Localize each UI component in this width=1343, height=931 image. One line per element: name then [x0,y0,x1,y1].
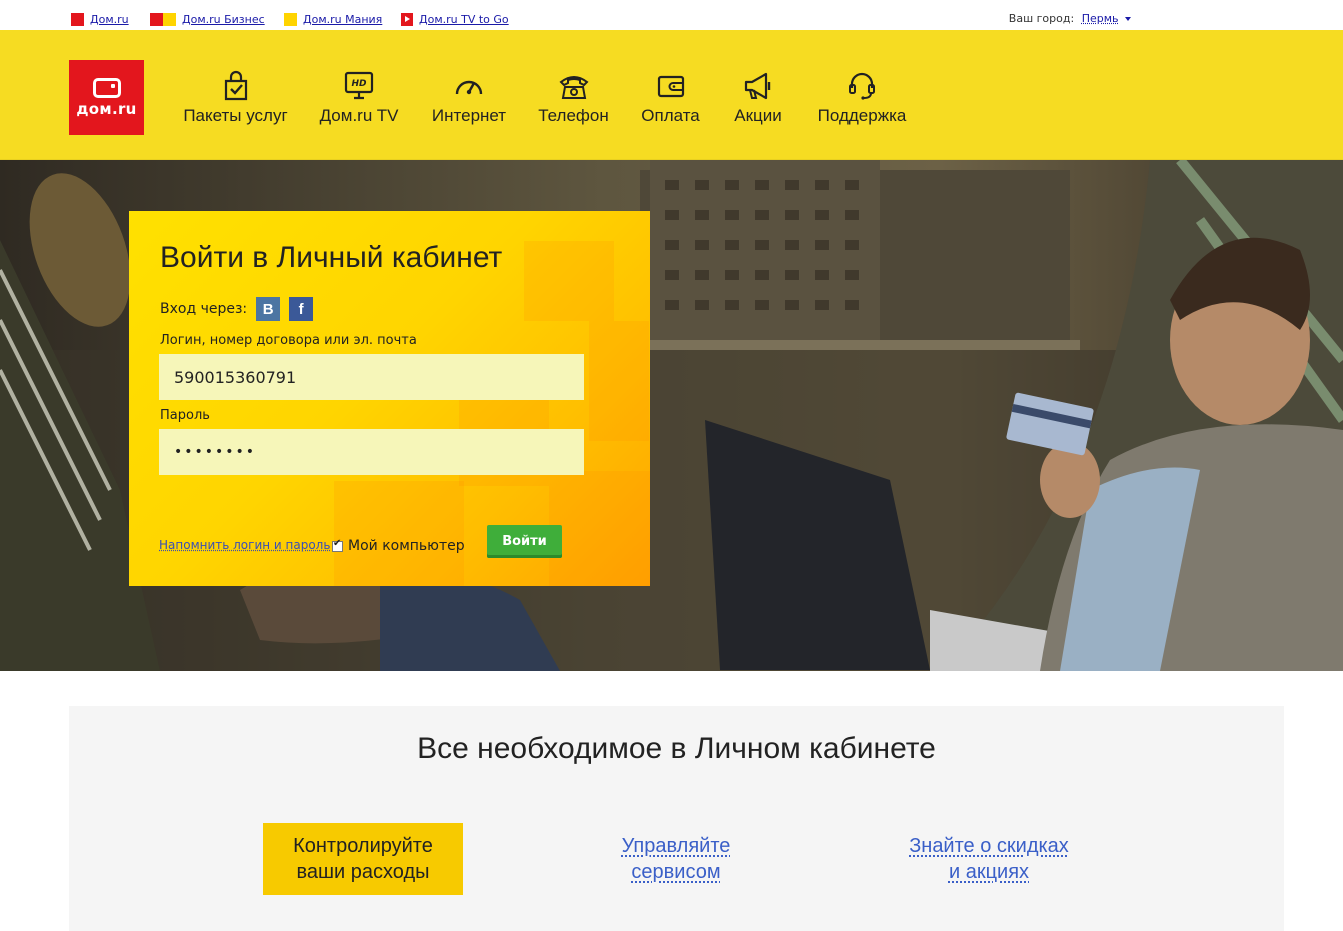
topbar-link-domru[interactable]: Дом.ru [71,12,129,26]
nav-label: Поддержка [817,106,907,125]
facebook-login-button[interactable]: f [289,297,314,321]
vk-login-button[interactable]: В [256,297,281,321]
login-form: Войти в Личный кабинет Вход через: В f Л… [129,211,650,586]
nav-item-promotions[interactable]: Акции [733,70,783,130]
nav-label: Телефон [538,106,609,125]
nav-item-packages[interactable]: Пакеты услуг [183,70,288,130]
feature-tab-expenses[interactable]: Контролируйте ваши расходы [263,823,463,895]
hd-tv-icon: HD [344,71,374,100]
phone-icon [558,76,589,99]
remember-computer: Мой компьютер [332,538,465,554]
speedometer-icon [455,80,483,95]
nav-label: Оплата [641,106,700,125]
nav-item-tv[interactable]: HD Дом.ru TV [320,70,398,130]
nav-item-support[interactable]: Поддержка [817,70,907,130]
play-icon [401,12,413,26]
logo-text: дом.ru [76,99,137,118]
social-login: Вход через: В f [160,297,314,321]
wallet-icon [657,75,684,98]
city-label: Ваш город: [1008,12,1075,25]
social-login-label: Вход через: [160,301,248,317]
remember-label: Мой компьютер [348,538,465,554]
feature-line: Контролируйте [293,835,433,857]
city-link[interactable]: Пермь [1082,12,1119,25]
remember-checkbox[interactable] [332,538,343,552]
topbar-link-label: Дом.ru Мания [303,12,383,26]
feature-line: сервисом [631,861,721,883]
megaphone-icon [744,72,771,100]
login-input[interactable]: 590015360791 [159,354,584,400]
topbar-link-label: Дом.ru TV to Go [419,12,509,26]
features-section: Все необходимое в Личном кабинете Контро… [69,706,1284,931]
nav-label: Интернет [431,106,507,125]
top-bar: Дом.ru Дом.ru Бизнес Дом.ru Мания Дом.ru… [0,0,1343,30]
feature-line: ваши расходы [296,861,430,883]
business-squares-icon [150,12,176,26]
topbar-link-mania[interactable]: Дом.ru Мания [284,12,382,26]
topbar-link-label: Дом.ru Бизнес [182,12,265,26]
topbar-link-label: Дом.ru [90,12,129,26]
nav-label: Дом.ru TV [319,106,399,125]
feature-tab-discounts[interactable]: Знайте о скидках и акциях [889,823,1089,895]
domru-square-icon [71,12,84,26]
login-field-label: Логин, номер договора или эл. почта [160,333,417,348]
topbar-link-business[interactable]: Дом.ru Бизнес [150,12,265,26]
nav-label: Пакеты услуг [183,106,288,125]
login-submit-button[interactable]: Войти [487,525,562,558]
logo-tv-icon [92,77,121,98]
nav-item-phone[interactable]: Телефон [538,70,609,130]
feature-tab-service[interactable]: Управляйте сервисом [576,823,776,895]
password-input[interactable]: •••••••• [159,429,584,475]
topbar-link-tvtogo[interactable]: Дом.ru TV to Go [401,12,509,26]
nav-item-internet[interactable]: Интернет [432,70,506,130]
feature-line: Управляйте [621,835,731,857]
headset-icon [849,72,875,100]
svg-text:HD: HD [351,79,367,89]
mania-square-icon [284,12,297,26]
password-field-label: Пароль [160,408,210,423]
login-title: Войти в Личный кабинет [160,241,503,274]
feature-line: Знайте о скидках [909,835,1069,857]
chevron-down-icon[interactable] [1125,17,1131,21]
feature-line: и акциях [948,861,1030,883]
nav-label: Акции [734,106,782,125]
remind-credentials-link[interactable]: Напомнить логин и пароль [159,538,330,552]
city-selector: Ваш город: Пермь [1009,12,1131,25]
nav-item-payment[interactable]: Оплата [641,70,700,130]
header: дом.ru Пакеты услуг HD Дом.ru TV Интерне… [0,30,1343,160]
shopping-bag-icon [224,70,247,101]
logo[interactable]: дом.ru [69,60,144,135]
features-title: Все необходимое в Личном кабинете [417,732,936,765]
